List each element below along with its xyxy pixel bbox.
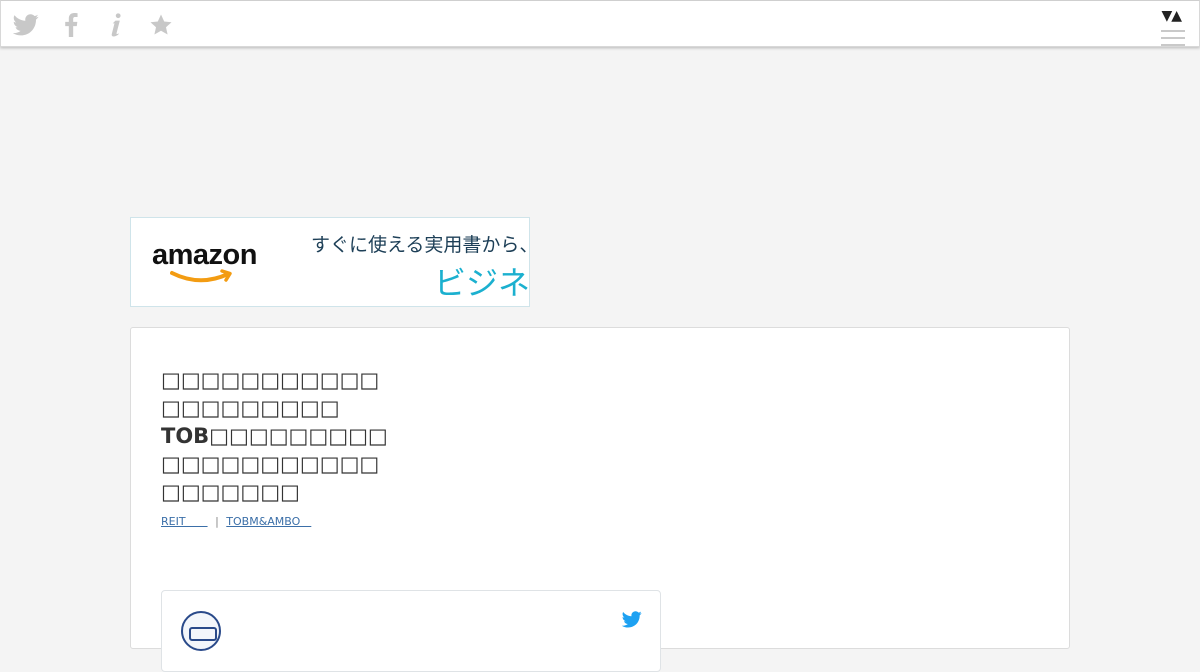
article-tags: REIT | TOBM&AMBO [161,513,311,529]
title-line: □□□□□□□□□□□ [161,368,380,392]
info-icon[interactable] [102,11,130,39]
ad-category-text: ビジネス [434,264,530,302]
star-icon[interactable] [147,11,175,39]
amazon-logo: amazon [152,240,272,284]
facebook-icon[interactable] [57,11,85,39]
ad-headline: すぐに使える実用書から、書 [311,234,529,256]
tag-separator: | [215,515,219,528]
amazon-ad-banner[interactable]: amazon すぐに使える実用書から、書 ビジネス [130,217,530,307]
embedded-tweet[interactable] [161,590,661,672]
avatar[interactable] [181,611,221,651]
title-line: TOB□□□□□□□□□ [161,424,388,448]
article-card: □□□□□□□□□□□ □□□□□□□□□ TOB□□□□□□□□□ □□□□□… [130,327,1070,672]
title-line: □□□□□□□ [161,480,300,504]
hamburger-icon[interactable] [1161,30,1185,51]
tag-link-tob[interactable]: TOBM&AMBO [226,515,311,528]
top-toolbar: ▼▲ [0,0,1200,47]
amazon-smile-icon [170,269,232,283]
twitter-bird-icon[interactable] [622,611,642,628]
article-title[interactable]: □□□□□□□□□□□ □□□□□□□□□ TOB□□□□□□□□□ □□□□□… [161,366,581,506]
twitter-icon[interactable] [12,11,40,39]
amazon-logo-text: amazon [152,239,257,271]
title-line: □□□□□□□□□ [161,396,340,420]
title-line: □□□□□□□□□□□ [161,452,380,476]
sort-toggle-button[interactable]: ▼▲ [1161,8,1182,24]
tag-link-reit[interactable]: REIT [161,515,208,528]
